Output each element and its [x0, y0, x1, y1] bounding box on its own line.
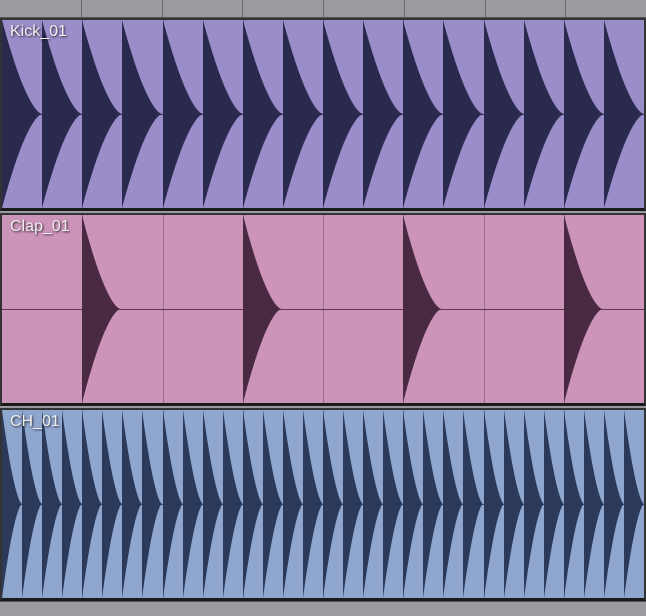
- audio-hit[interactable]: [183, 410, 203, 598]
- audio-hit[interactable]: [142, 410, 162, 598]
- track-area: Kick_01 Clap_01 CH_01: [0, 18, 646, 601]
- track[interactable]: CH_01: [0, 408, 646, 601]
- audio-hit[interactable]: [82, 215, 121, 403]
- audio-hit[interactable]: [283, 20, 323, 208]
- audio-hit[interactable]: [524, 410, 544, 598]
- audio-hit[interactable]: [403, 20, 443, 208]
- audio-hit[interactable]: [283, 410, 303, 598]
- audio-hit[interactable]: [163, 410, 183, 598]
- audio-hit[interactable]: [2, 410, 22, 598]
- clip-area[interactable]: [2, 215, 644, 403]
- audio-hit[interactable]: [82, 20, 122, 208]
- audio-hit[interactable]: [564, 20, 604, 208]
- audio-hit[interactable]: [2, 20, 42, 208]
- audio-hit[interactable]: [363, 410, 383, 598]
- ruler-tick: [242, 0, 243, 18]
- audio-hit[interactable]: [22, 410, 42, 598]
- audio-hit[interactable]: [504, 410, 524, 598]
- ruler-tick: [81, 0, 82, 18]
- audio-hit[interactable]: [163, 20, 203, 208]
- audio-hit[interactable]: [102, 410, 122, 598]
- bottom-bar: [0, 601, 646, 615]
- audio-hit[interactable]: [243, 410, 263, 598]
- track[interactable]: Clap_01: [0, 213, 646, 406]
- audio-hit[interactable]: [584, 410, 604, 598]
- audio-hit[interactable]: [403, 215, 442, 403]
- audio-hit[interactable]: [624, 410, 644, 598]
- track-label: Kick_01: [2, 20, 75, 44]
- ruler-tick: [404, 0, 405, 18]
- clip-area[interactable]: [2, 20, 644, 208]
- ruler-tick: [485, 0, 486, 18]
- audio-hit[interactable]: [62, 410, 82, 598]
- audio-hit[interactable]: [443, 410, 463, 598]
- audio-hit[interactable]: [303, 410, 323, 598]
- audio-hit[interactable]: [263, 410, 283, 598]
- audio-hit[interactable]: [82, 410, 102, 598]
- audio-hit[interactable]: [423, 410, 443, 598]
- audio-hit[interactable]: [443, 20, 483, 208]
- audio-hit[interactable]: [243, 215, 282, 403]
- audio-hit[interactable]: [383, 410, 403, 598]
- audio-hit[interactable]: [42, 20, 82, 208]
- audio-hit[interactable]: [243, 20, 283, 208]
- audio-hit[interactable]: [564, 215, 603, 403]
- audio-hit[interactable]: [363, 20, 403, 208]
- audio-hit[interactable]: [42, 410, 62, 598]
- audio-hit[interactable]: [463, 410, 483, 598]
- ruler-tick: [162, 0, 163, 18]
- audio-hit[interactable]: [564, 410, 584, 598]
- track-label: CH_01: [2, 410, 68, 434]
- audio-hit[interactable]: [323, 20, 363, 208]
- audio-hit[interactable]: [403, 410, 423, 598]
- audio-hit[interactable]: [223, 410, 243, 598]
- clip-area[interactable]: [2, 410, 644, 598]
- track[interactable]: Kick_01: [0, 18, 646, 211]
- audio-hit[interactable]: [323, 410, 343, 598]
- ruler-tick: [323, 0, 324, 18]
- audio-hit[interactable]: [524, 20, 564, 208]
- audio-hit[interactable]: [604, 410, 624, 598]
- audio-hit[interactable]: [484, 410, 504, 598]
- audio-hit[interactable]: [544, 410, 564, 598]
- audio-hit[interactable]: [122, 410, 142, 598]
- audio-hit[interactable]: [203, 410, 223, 598]
- audio-hit[interactable]: [122, 20, 162, 208]
- ruler-tick: [565, 0, 566, 18]
- audio-hit[interactable]: [203, 20, 243, 208]
- audio-hit[interactable]: [604, 20, 644, 208]
- track-label: Clap_01: [2, 215, 78, 239]
- timeline-ruler[interactable]: [0, 0, 646, 18]
- audio-hit[interactable]: [484, 20, 524, 208]
- audio-hit[interactable]: [343, 410, 363, 598]
